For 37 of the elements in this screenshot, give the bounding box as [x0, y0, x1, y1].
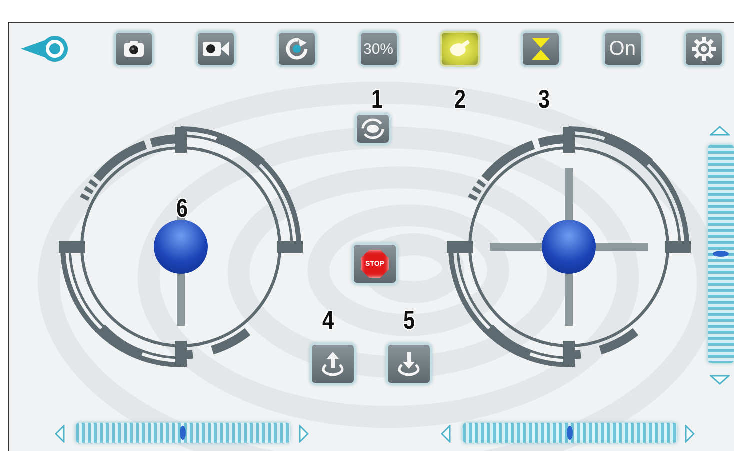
- hourglass-icon: [531, 37, 552, 61]
- arrow-right-button[interactable]: [685, 425, 695, 443]
- trim-slider[interactable]: [463, 423, 677, 443]
- back-icon: [19, 35, 71, 63]
- take-off-button[interactable]: [310, 343, 356, 385]
- slider-thumb[interactable]: [180, 426, 186, 440]
- photo-button[interactable]: [114, 31, 154, 67]
- arrow-left-button[interactable]: [55, 425, 65, 443]
- flip-360-button[interactable]: [355, 113, 391, 145]
- camera-icon: [123, 40, 146, 58]
- callout-number: 5: [403, 307, 416, 333]
- arrow-up-button[interactable]: [710, 126, 730, 136]
- settings-button[interactable]: [684, 31, 724, 67]
- flip-button[interactable]: [521, 31, 562, 67]
- arrow-down-button[interactable]: [710, 375, 730, 385]
- speed-button[interactable]: 30%: [358, 31, 398, 67]
- callout-number: 3: [538, 86, 550, 112]
- power-toggle[interactable]: On: [602, 31, 643, 67]
- lamp-icon: [448, 39, 472, 59]
- slider-thumb[interactable]: [567, 426, 573, 440]
- light-button[interactable]: [440, 31, 480, 67]
- circular-arrows-icon: [361, 118, 385, 140]
- callout-number: 2: [454, 86, 466, 112]
- video-camera-icon: [202, 40, 230, 58]
- callout-number: 4: [322, 307, 334, 333]
- joystick-knob[interactable]: [154, 220, 208, 274]
- trim-slider[interactable]: [708, 145, 734, 363]
- rotate-icon: [285, 37, 310, 61]
- joystick-knob[interactable]: [542, 220, 596, 274]
- landing-button[interactable]: [386, 343, 432, 385]
- rotate-button[interactable]: [277, 31, 318, 67]
- video-button[interactable]: [196, 31, 236, 67]
- slider-thumb[interactable]: [713, 251, 729, 257]
- arrow-right-button[interactable]: [299, 425, 309, 443]
- callout-number: 1: [371, 86, 384, 112]
- arrow-left-button[interactable]: [441, 425, 451, 443]
- trim-slider[interactable]: [76, 423, 290, 443]
